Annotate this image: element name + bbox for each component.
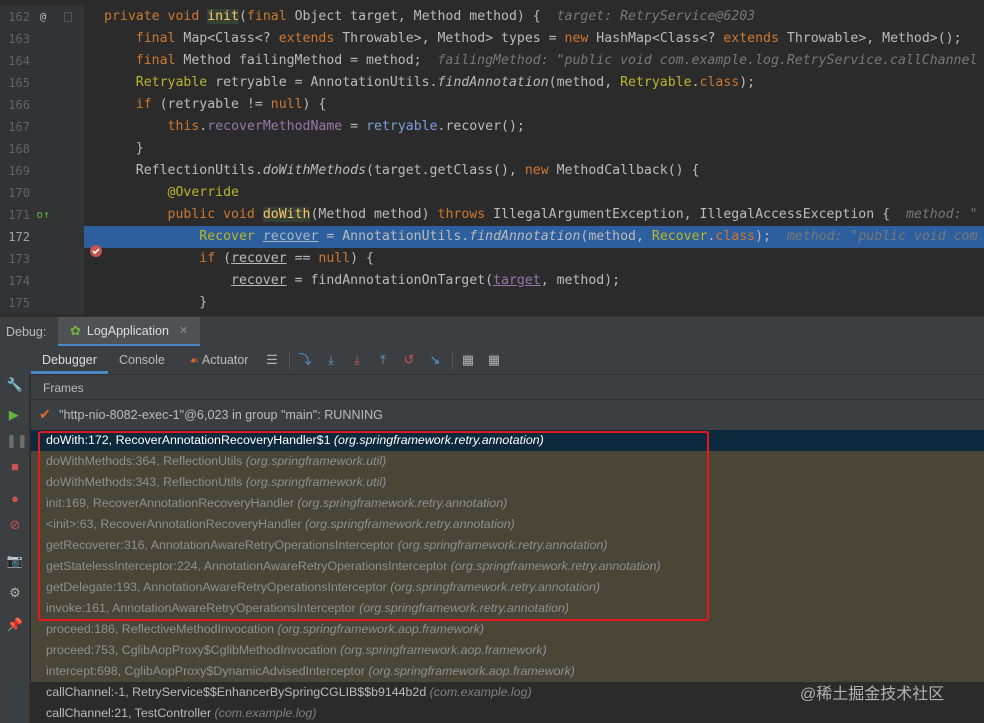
- stop-icon[interactable]: ■: [6, 458, 24, 476]
- code-line-165: 165 Retryable retryable = AnnotationUtil…: [0, 72, 984, 94]
- fold-icon[interactable]: [64, 12, 72, 22]
- annotation-gutter-icon[interactable]: @: [36, 10, 50, 24]
- code-line-172-current: 172 Recover recover = AnnotationUtils.fi…: [0, 226, 984, 257]
- code-line-162: 162 @ private void init(final Object tar…: [0, 6, 984, 28]
- code-line-164: 164 final Method failingMethod = method;…: [0, 50, 984, 72]
- spring-leaf-icon: ✿: [70, 322, 81, 338]
- line-number: 175: [8, 296, 30, 310]
- debug-label: Debug:: [6, 325, 47, 339]
- step-over-icon[interactable]: ⤵: [296, 351, 314, 369]
- pin-icon[interactable]: 📌: [6, 616, 24, 634]
- tab-log-application[interactable]: ✿ LogApplication ✕: [58, 317, 201, 347]
- inline-hint: target: RetryService@6203: [556, 9, 756, 24]
- thread-label: "http-nio-8082-exec-1"@6,023 in group "m…: [59, 408, 383, 422]
- gear-icon[interactable]: ⚙: [6, 584, 24, 602]
- trace-icon[interactable]: ▦: [485, 351, 503, 369]
- frames-label: Frames: [43, 381, 84, 395]
- code-line-169: 169 ReflectionUtils.doWithMethods(target…: [0, 160, 984, 182]
- frame-row[interactable]: callChannel:21, TestController (com.exam…: [31, 703, 984, 723]
- thread-selector[interactable]: ✔ "http-nio-8082-exec-1"@6,023 in group …: [31, 400, 984, 430]
- line-number: 170: [8, 186, 30, 200]
- line-number: 168: [8, 142, 30, 156]
- view-breakpoints-icon[interactable]: ●: [6, 490, 24, 508]
- frame-row[interactable]: proceed:186, ReflectiveMethodInvocation …: [31, 619, 984, 640]
- code-line-167: 167 this.recoverMethodName = retryable.r…: [0, 116, 984, 138]
- actuator-icon: ☙: [189, 355, 202, 367]
- line-number: 171: [8, 208, 30, 222]
- tab-console[interactable]: Console: [108, 346, 176, 374]
- force-step-into-icon[interactable]: ⤓: [348, 351, 366, 369]
- line-number: 174: [8, 274, 30, 288]
- resume-icon[interactable]: ▶: [6, 406, 24, 424]
- line-number: 169: [8, 164, 30, 178]
- line-number: 162: [8, 10, 30, 24]
- evaluate-icon[interactable]: ▦: [459, 351, 477, 369]
- code-line-171: 171 o↑ public void doWith(Method method)…: [0, 204, 984, 226]
- tab-debugger[interactable]: Debugger: [31, 346, 108, 374]
- line-number: 163: [8, 32, 30, 46]
- inline-hint: failingMethod: "public void com.example.…: [437, 53, 978, 68]
- mute-breakpoints-icon[interactable]: ⊘: [6, 516, 24, 534]
- override-gutter-icon[interactable]: o↑: [36, 208, 50, 222]
- code-line-174: 174 recover = findAnnotationOnTarget(tar…: [0, 270, 984, 292]
- debug-header: Debug: ✿ LogApplication ✕: [0, 316, 984, 347]
- code-line-163: 163 final Map<Class<? extends Throwable>…: [0, 28, 984, 50]
- line-number: 173: [8, 252, 30, 266]
- debug-side-toolbar: ⟳ 🔧 ▶ ❚❚ ■ ● ⊘ 📷 ⚙ 📌: [0, 346, 30, 723]
- frame-row[interactable]: intercept:698, CglibAopProxy$DynamicAdvi…: [31, 661, 984, 682]
- pause-icon[interactable]: ❚❚: [6, 432, 28, 450]
- line-number: 166: [8, 98, 30, 112]
- debugger-toolbar: Debugger Console ☙ Actuator ☰ ⤵ ⤓ ⤓ ⤒ ↺ …: [0, 346, 984, 374]
- menu-icon[interactable]: ☰: [263, 351, 281, 369]
- frame-row[interactable]: proceed:753, CglibAopProxy$CglibMethodIn…: [31, 640, 984, 661]
- step-out-icon[interactable]: ⤒: [374, 351, 392, 369]
- frames-header: Frames: [31, 374, 984, 400]
- highlight-annotation-box: [38, 431, 709, 621]
- camera-icon[interactable]: 📷: [6, 552, 24, 570]
- code-line-173: 173 if (recover == null) {: [0, 248, 984, 270]
- line-number: 165: [8, 76, 30, 90]
- code-line-168: 168 }: [0, 138, 984, 160]
- wrench-icon[interactable]: 🔧: [6, 376, 24, 394]
- breakpoint-icon[interactable]: [36, 230, 102, 257]
- inline-hint: method: "public void com: [786, 229, 978, 244]
- run-to-cursor-icon[interactable]: ↘: [426, 351, 444, 369]
- code-line-175: 175 }: [0, 292, 984, 314]
- session-tab-label: LogApplication: [86, 323, 169, 338]
- code-line-170: 170 @Override: [0, 182, 984, 204]
- tab-actuator[interactable]: ☙ Actuator: [178, 346, 259, 374]
- code-editor[interactable]: 162 @ private void init(final Object tar…: [0, 0, 984, 316]
- close-icon[interactable]: ✕: [179, 324, 188, 337]
- inline-hint: method: ": [905, 207, 978, 222]
- checkmark-icon: ✔: [39, 406, 51, 422]
- drop-frame-icon[interactable]: ↺: [400, 351, 418, 369]
- line-number: 167: [8, 120, 30, 134]
- step-into-icon[interactable]: ⤓: [322, 351, 340, 369]
- watermark: @稀土掘金技术社区: [800, 686, 945, 703]
- line-number: 172: [8, 230, 30, 244]
- line-number: 164: [8, 54, 30, 68]
- code-line-166: 166 if (retryable != null) {: [0, 94, 984, 116]
